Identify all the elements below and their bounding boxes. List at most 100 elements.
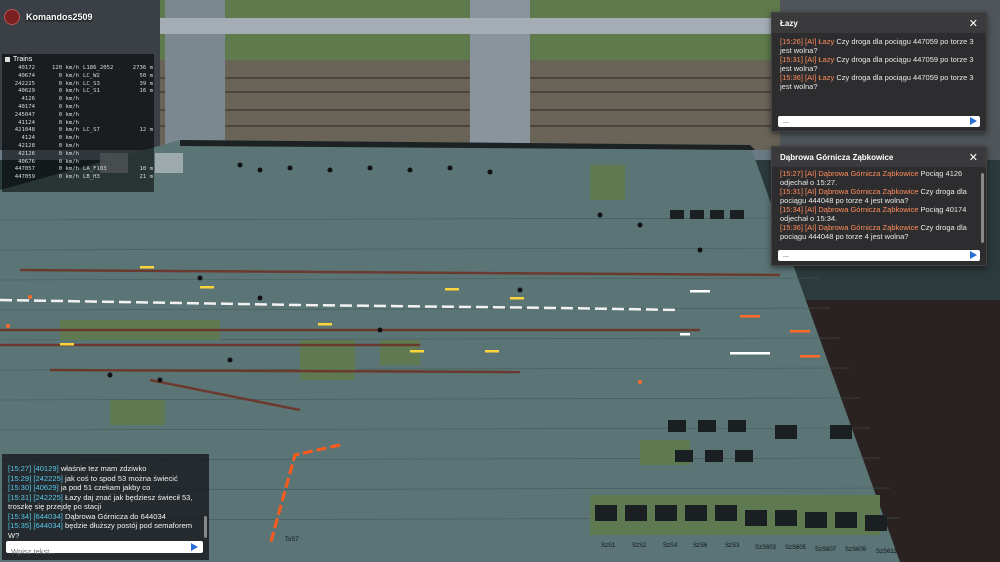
message-time: [15:27] [8, 464, 32, 473]
train-distance [123, 104, 153, 112]
message-time: [15:31] [780, 187, 803, 196]
message-time: [15:27] [780, 169, 803, 178]
chat-message: [15:34] [644034] Dąbrowa Górnicza do 644… [8, 512, 203, 522]
train-signal [79, 104, 123, 112]
train-speed: 0 km/h [58, 158, 79, 165]
train-signal: LC_S7 [83, 127, 100, 134]
trains-title: Trains [13, 56, 33, 63]
scrollbar[interactable] [981, 173, 984, 243]
message-input[interactable]: ... [778, 116, 980, 127]
train-speed: 0 km/h [58, 72, 79, 79]
train-speed: 0 km/h [58, 111, 79, 118]
train-number: 40674 [18, 72, 35, 79]
train-distance: 39 m [139, 80, 153, 87]
train-distance [123, 159, 153, 167]
train-number: 447059 [14, 174, 35, 181]
train-distance: 10 m [139, 166, 153, 173]
train-distance: 21 m [139, 174, 153, 181]
train-signal [79, 112, 123, 120]
train-speed: 0 km/h [58, 166, 79, 173]
chat-message: [15:26] [AI] Łazy Czy droga dla pociągu … [780, 37, 978, 55]
train-signal: LC_S1 [83, 88, 100, 95]
train-distance [123, 96, 153, 104]
train-signal [79, 151, 123, 159]
chat-message: [15:36] [AI] Dąbrowa Górnicza Ząbkowice … [780, 223, 978, 241]
train-signal [79, 159, 123, 167]
message-time: [15:36] [780, 223, 803, 232]
send-icon[interactable] [970, 117, 977, 125]
scrollbar[interactable] [204, 516, 207, 538]
train-number: 42126 [18, 150, 35, 157]
train-row: 4126 0 km/h [5, 96, 154, 104]
send-icon[interactable] [191, 543, 198, 551]
train-number: 40676 [18, 158, 35, 165]
train-row: 40629 0 km/h LC_S1 16 m [5, 88, 154, 96]
chat-message: [15:36] [AI] Łazy Czy droga dla pociągu … [780, 73, 978, 91]
train-row: 40674 0 km/h LC_W2 50 m [5, 73, 154, 81]
message-sender: [40629] [33, 483, 59, 492]
message-author: [AI] Dąbrowa Górnicza Ząbkowice [805, 205, 919, 214]
player-name: Komandos2509 [26, 12, 93, 22]
train-number: 245047 [14, 111, 35, 118]
train-number: 41124 [18, 119, 35, 126]
train-row: 40172 120 km/h L186_2052 2736 m [5, 65, 154, 73]
board-label: SzS1 [601, 543, 616, 549]
message-sender: [644034] [33, 521, 63, 530]
train-row: 42126 0 km/h [5, 151, 154, 159]
trains-icon [5, 57, 10, 62]
chat-panel: [15:27] [40129] właśnie tez mam zdziwko[… [2, 454, 209, 560]
train-row: 40174 0 km/h [5, 104, 154, 112]
train-signal: LB_H3 [83, 174, 100, 181]
chat-window-lazy: Łazy ✕ [15:26] [AI] Łazy Czy droga dla p… [771, 12, 987, 132]
board-label: ToS7 [285, 537, 299, 543]
train-speed: 0 km/h [58, 88, 79, 95]
trains-panel: Trains 40172 120 km/h L186_2052 2736 m 40674… [2, 54, 154, 192]
message-sender: [242225] [33, 492, 63, 502]
chat-message: [15:34] [AI] Dąbrowa Górnicza Ząbkowice … [780, 205, 978, 223]
train-number: 40174 [18, 103, 35, 110]
train-speed: 0 km/h [58, 174, 79, 181]
close-icon[interactable]: ✕ [969, 151, 978, 164]
train-signal: L186_2052 [83, 65, 114, 71]
message-list: [15:27] [AI] Dąbrowa Górnicza Ząbkowice … [772, 167, 986, 247]
message-list: [15:26] [AI] Łazy Czy droga dla pociągu … [772, 33, 986, 95]
train-signal: LC_W2 [83, 72, 100, 79]
train-signal [79, 96, 123, 104]
close-icon[interactable]: ✕ [969, 17, 978, 30]
train-number: 242225 [14, 80, 35, 87]
train-row: 40676 0 km/h [5, 159, 154, 167]
chat-input[interactable] [6, 541, 203, 558]
message-time: [15:29] [8, 473, 32, 483]
train-signal [79, 135, 123, 143]
board-label: SzS4 [663, 543, 678, 549]
train-signal: LA_F103 [83, 166, 107, 173]
train-speed: 0 km/h [58, 127, 79, 134]
board-label: SzS603 [755, 545, 777, 551]
message-time: [15:31] [8, 492, 32, 502]
message-time: [15:34] [8, 511, 32, 521]
message-time: [15:26] [780, 37, 803, 46]
message-author: [AI] Łazy [805, 37, 835, 46]
chat-message: [15:27] [40129] właśnie tez mam zdziwko [8, 464, 203, 474]
train-row: 42128 0 km/h [5, 143, 154, 151]
message-time: [15:36] [780, 73, 803, 82]
train-speed: 0 km/h [58, 96, 79, 103]
window-title: Łazy [780, 18, 798, 28]
train-distance: 16 m [139, 88, 153, 95]
train-distance: 12 m [139, 127, 153, 134]
train-speed: 0 km/h [58, 142, 79, 149]
message-author: [AI] Dąbrowa Górnicza Ząbkowice [805, 187, 919, 196]
chat-input-field[interactable] [6, 545, 181, 558]
message-input[interactable]: ... [778, 250, 980, 261]
train-signal: LC_S3 [83, 80, 100, 87]
board-label: SzS2 [632, 543, 647, 549]
train-speed: 0 km/h [58, 119, 79, 126]
train-distance [123, 120, 153, 128]
train-signal [79, 143, 123, 151]
send-icon[interactable] [970, 251, 977, 259]
board-label: SzS6 [693, 543, 708, 549]
train-distance [123, 143, 153, 151]
message-author: [AI] Łazy [805, 73, 835, 82]
player-info: Komandos2509 [4, 9, 93, 25]
train-distance [123, 135, 153, 143]
